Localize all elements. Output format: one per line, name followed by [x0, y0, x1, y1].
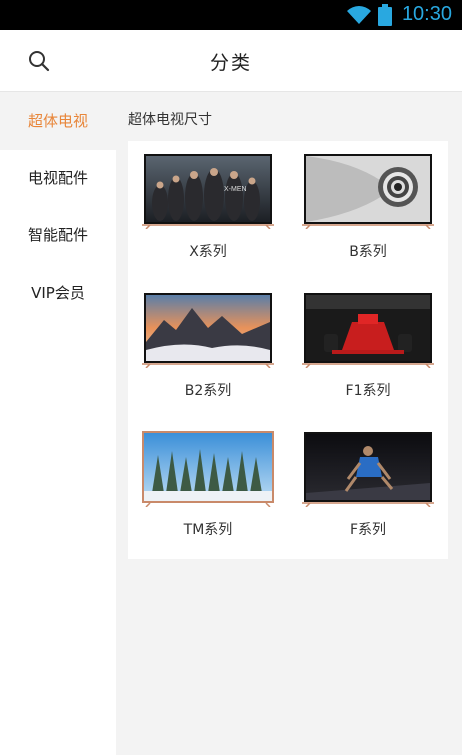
product-card-f[interactable]: F系列 — [288, 419, 448, 558]
sidebar-item-vip[interactable]: VIP会员 — [0, 265, 116, 322]
app-header: 分类 — [0, 30, 462, 92]
product-label: F系列 — [349, 522, 387, 538]
product-label: F1系列 — [345, 383, 391, 399]
wifi-icon — [347, 6, 371, 24]
product-card-f1[interactable]: F1系列 — [288, 280, 448, 419]
section-title: 超体电视尺寸 — [128, 112, 212, 128]
category-sidebar: 超体电视 电视配件 智能配件 VIP会员 — [0, 93, 116, 755]
product-label: B系列 — [349, 244, 387, 260]
tv-product-image — [142, 293, 274, 368]
svg-text:X-MEN: X-MEN — [224, 186, 247, 193]
product-card-b[interactable]: B系列 — [288, 141, 448, 280]
product-label: B2系列 — [184, 383, 232, 399]
clock: 10:30 — [401, 3, 452, 25]
sidebar-item-smart-accessories[interactable]: 智能配件 — [0, 207, 116, 264]
product-grid: X-MEN X系列 B系列 B2系列 F1系列 TM系列 F系列 — [128, 141, 448, 559]
page-title: 分类 — [209, 52, 252, 74]
tv-product-image — [302, 293, 434, 368]
tv-product-image — [302, 432, 434, 507]
tv-product-image: X-MEN — [142, 154, 274, 229]
product-card-b2[interactable]: B2系列 — [128, 280, 288, 419]
sidebar-item-tv-accessories[interactable]: 电视配件 — [0, 150, 116, 207]
product-label: X系列 — [189, 244, 227, 260]
status-bar: 10:30 — [0, 0, 462, 30]
product-label: TM系列 — [183, 522, 233, 538]
main-content: 超体电视尺寸 X-MEN X系列 B系列 B2系列 F1系列 TM系列 F系列 — [116, 93, 462, 755]
product-card-tm[interactable]: TM系列 — [128, 419, 288, 558]
tv-product-image — [302, 154, 434, 229]
tv-product-image — [142, 431, 274, 507]
sidebar-item-super-tv[interactable]: 超体电视 — [0, 93, 116, 150]
product-card-x[interactable]: X-MEN X系列 — [128, 141, 288, 280]
battery-icon — [378, 4, 392, 26]
